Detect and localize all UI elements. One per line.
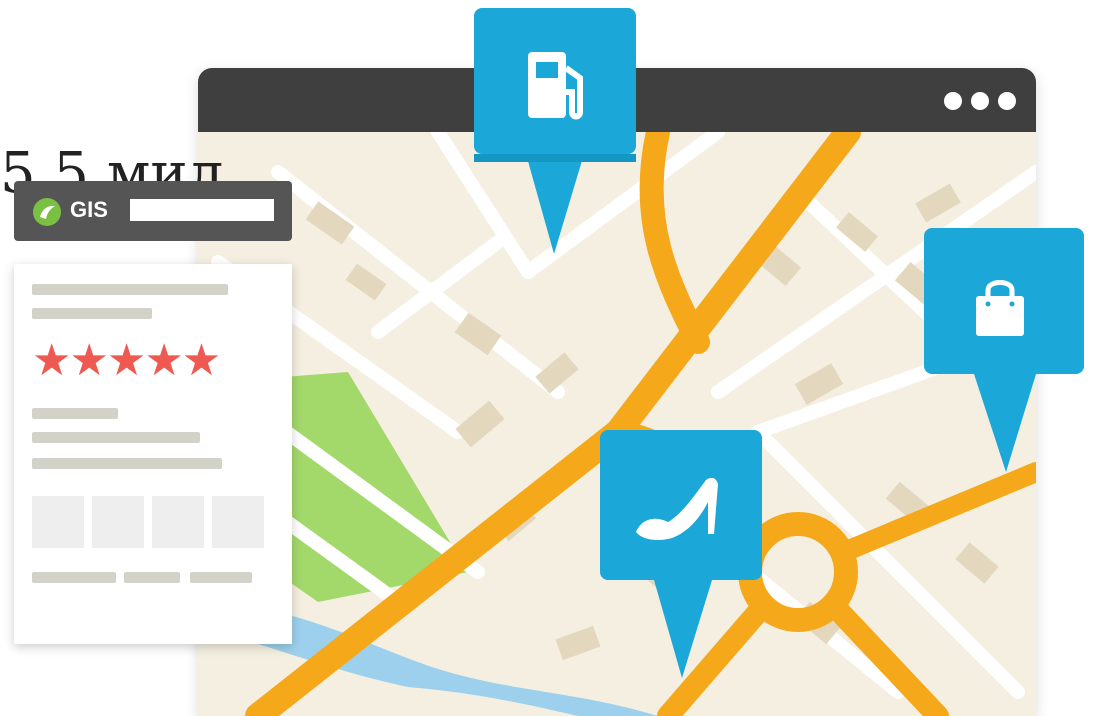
text-line-placeholder: [32, 432, 200, 443]
text-line-placeholder: [32, 308, 152, 319]
rating-stars: ★★★★★: [32, 335, 221, 386]
gis-search-input[interactable]: [130, 199, 274, 221]
menu-dot-icon: [971, 92, 989, 110]
menu-dot-icon: [998, 92, 1016, 110]
text-line-placeholder: [124, 572, 180, 583]
text-line-placeholder: [32, 408, 118, 419]
fuel-pin[interactable]: [474, 8, 636, 258]
photo-thumbnail[interactable]: [32, 496, 84, 548]
pin-shape: [474, 8, 636, 254]
window-menu-dots[interactable]: [944, 92, 1016, 110]
photo-thumbnail[interactable]: [212, 496, 264, 548]
photo-thumbnail[interactable]: [92, 496, 144, 548]
text-line-placeholder: [32, 284, 228, 295]
menu-dot-icon: [944, 92, 962, 110]
text-line-placeholder: [32, 572, 116, 583]
place-review-card: ★★★★★: [14, 264, 292, 644]
text-line-placeholder: [190, 572, 252, 583]
gis-search-bar: GIS: [14, 181, 292, 241]
text-line-placeholder: [32, 458, 222, 469]
shopping-bag-icon: [976, 280, 1024, 336]
gis-logo-icon: [33, 198, 61, 226]
gis-brand-label: GIS: [70, 197, 108, 222]
shopping-pin[interactable]: [924, 228, 1084, 476]
pin-shape: [600, 430, 762, 678]
high-heel-shoe-icon: [636, 477, 718, 540]
fuel-pump-icon: [528, 52, 583, 120]
pin-shape: [924, 228, 1084, 472]
shoes-pin[interactable]: [600, 430, 762, 680]
photo-thumbnail[interactable]: [152, 496, 204, 548]
